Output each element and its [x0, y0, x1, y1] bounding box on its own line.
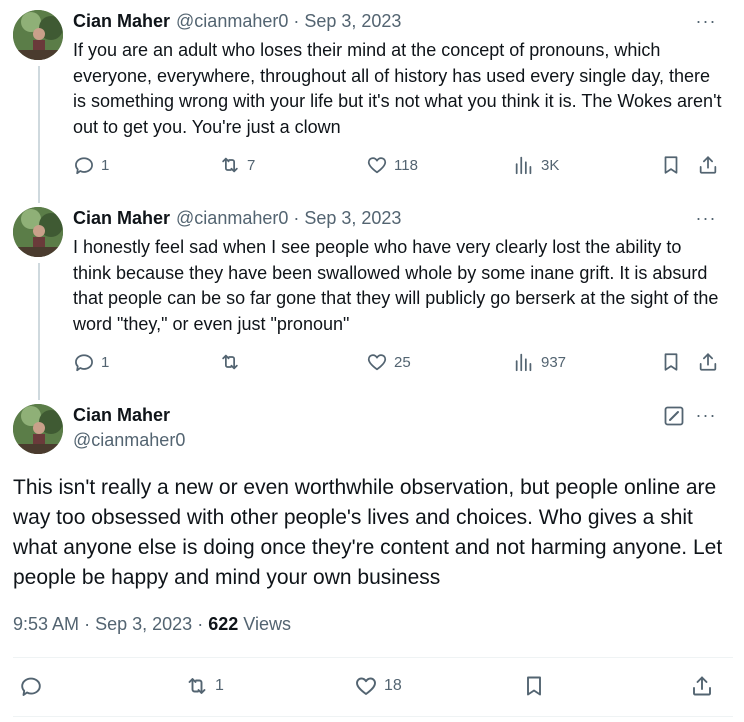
- main-tweet-text: This isn't really a new or even worthwhi…: [13, 476, 723, 589]
- reply-icon: [73, 351, 95, 373]
- views-count: 3K: [541, 156, 560, 174]
- like-button[interactable]: 118: [366, 154, 418, 176]
- retweet-button[interactable]: 7: [219, 154, 255, 176]
- retweet-icon: [219, 154, 241, 176]
- retweet-icon: [185, 674, 209, 698]
- tweet-time[interactable]: 9:53 AM: [13, 614, 79, 634]
- separator: ·: [197, 614, 204, 634]
- tweet-header: Cian Maher @cianmaher0 · Sep 3, 2023: [73, 208, 401, 232]
- edit-icon[interactable]: [664, 406, 684, 426]
- reply-button[interactable]: 1: [73, 154, 109, 176]
- author-handle[interactable]: @cianmaher0: [176, 11, 288, 32]
- retweet-button[interactable]: [219, 351, 247, 373]
- reply-icon: [73, 154, 95, 176]
- like-count: 25: [394, 353, 411, 371]
- tweet-date[interactable]: Sep 3, 2023: [95, 614, 192, 634]
- like-button[interactable]: 18: [354, 674, 402, 698]
- retweet-count: 1: [215, 677, 224, 694]
- share-button[interactable]: [697, 154, 719, 176]
- views-label: Views: [243, 614, 291, 634]
- views-count: 937: [541, 353, 567, 371]
- like-count: 18: [384, 677, 402, 694]
- share-button[interactable]: [697, 351, 719, 373]
- share-button[interactable]: [690, 674, 714, 698]
- heart-icon: [366, 351, 388, 373]
- views-button[interactable]: 3K: [513, 154, 559, 176]
- separator: ·: [84, 614, 91, 634]
- reply-button[interactable]: 1: [73, 351, 109, 373]
- bookmark-icon: [660, 154, 682, 176]
- avatar[interactable]: [13, 10, 63, 60]
- more-icon[interactable]: ···: [694, 12, 718, 34]
- separator: ·: [293, 11, 300, 31]
- like-button[interactable]: 25: [366, 351, 411, 373]
- author-name[interactable]: Cian Maher: [73, 208, 170, 229]
- more-icon[interactable]: ···: [694, 209, 718, 231]
- bookmark-icon: [522, 674, 546, 698]
- author-handle[interactable]: @cianmaher0: [73, 430, 185, 451]
- tweet-text: I honestly feel sad when I see people wh…: [73, 237, 719, 334]
- tweet-actions: 1 18: [13, 674, 733, 702]
- more-icon[interactable]: ···: [694, 406, 718, 428]
- retweet-button[interactable]: 1: [185, 674, 224, 698]
- analytics-icon: [513, 154, 535, 176]
- reply-count: 1: [101, 156, 110, 174]
- retweet-icon: [219, 351, 241, 373]
- divider: [13, 716, 733, 717]
- share-icon: [690, 674, 714, 698]
- avatar[interactable]: [13, 207, 63, 257]
- divider: [13, 657, 733, 658]
- tweet-text: If you are an adult who loses their mind…: [73, 40, 722, 137]
- author-name[interactable]: Cian Maher: [73, 11, 170, 32]
- reply-count: 1: [101, 353, 110, 371]
- thread-connector-line: [38, 66, 40, 203]
- tweet-header: Cian Maher @cianmaher0 · Sep 3, 2023: [73, 11, 401, 35]
- author-handle[interactable]: @cianmaher0: [176, 208, 288, 229]
- bookmark-button[interactable]: [522, 674, 546, 698]
- share-icon: [697, 351, 719, 373]
- author-name[interactable]: Cian Maher: [73, 405, 170, 426]
- reply-icon: [19, 674, 43, 698]
- heart-icon: [366, 154, 388, 176]
- thread-connector-line: [38, 263, 40, 400]
- tweet-actions: 1 25 937: [73, 351, 723, 375]
- bookmark-button[interactable]: [660, 351, 682, 373]
- heart-icon: [354, 674, 378, 698]
- separator: ·: [293, 208, 300, 228]
- reply-button[interactable]: [19, 674, 49, 698]
- tweet-date[interactable]: Sep 3, 2023: [304, 11, 401, 32]
- views-count: 622: [208, 614, 239, 634]
- retweet-count: 7: [247, 156, 256, 174]
- share-icon: [697, 154, 719, 176]
- avatar[interactable]: [13, 404, 63, 454]
- tweet-meta: 9:53 AM · Sep 3, 2023 · 622 Views: [13, 614, 291, 635]
- like-count: 118: [394, 156, 418, 174]
- bookmark-icon: [660, 351, 682, 373]
- bookmark-button[interactable]: [660, 154, 682, 176]
- analytics-icon: [513, 351, 535, 373]
- views-button[interactable]: 937: [513, 351, 566, 373]
- tweet-date[interactable]: Sep 3, 2023: [304, 208, 401, 229]
- tweet-actions: 1 7 118 3K: [73, 154, 723, 178]
